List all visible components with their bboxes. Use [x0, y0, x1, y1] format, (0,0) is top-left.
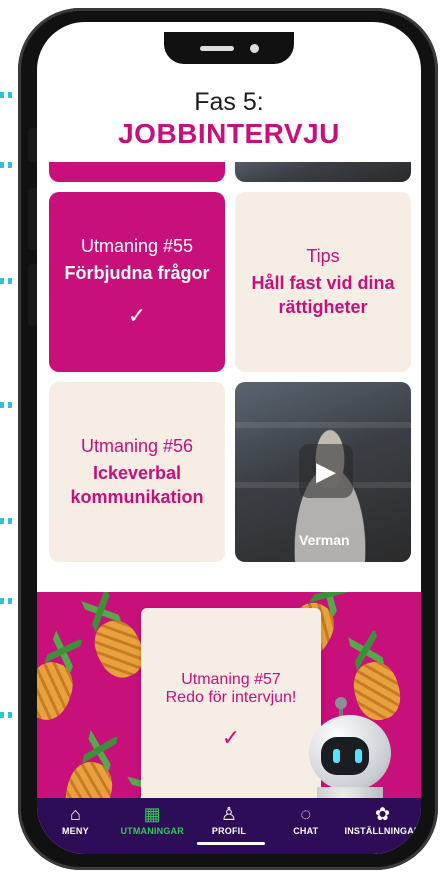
bottom-tab-bar: ⌂ MENY ▦ UTMANINGAR ♙ PROFIL ◌ CHAT ✿ IN… [37, 798, 421, 854]
gear-icon: ✿ [375, 804, 391, 824]
challenge-tile-57[interactable]: Utmaning #57 Redo för intervjun! ✓ [141, 608, 321, 814]
decorative-dash [0, 278, 16, 284]
decorative-dash [0, 92, 16, 98]
challenge-number: Utmaning #57 [181, 671, 281, 688]
profile-icon: ♙ [220, 804, 238, 824]
decorative-dash [0, 712, 16, 718]
challenge-number: Utmaning #56 [80, 435, 194, 456]
front-camera [250, 44, 259, 53]
challenge-tile-55[interactable]: Utmaning #55 Förbjudna frågor ✓ [49, 192, 225, 372]
home-icon: ⌂ [69, 804, 81, 824]
tab-label: UTMANINGAR [120, 826, 184, 836]
tab-label: CHAT [293, 826, 319, 836]
pineapple-decoration [37, 656, 80, 726]
video-tile[interactable]: ▶ Verman [235, 382, 411, 562]
grid-icon: ▦ [143, 804, 161, 824]
decorative-dash [0, 402, 16, 408]
phase-label: Fas 5: [194, 88, 264, 116]
check-icon: ✓ [127, 302, 147, 328]
tab-label: MENY [61, 826, 89, 836]
challenges-scroll-area[interactable]: Utmaning #55 Förbjudna frågor ✓ Tips Hål… [37, 162, 421, 820]
robot-eye [333, 749, 340, 763]
tab-profil[interactable]: ♙ PROFIL [191, 804, 267, 836]
tips-title: Håll fast vid dina rättigheter [251, 272, 395, 317]
video-label: Verman [299, 532, 350, 548]
decorative-dash [0, 598, 16, 604]
challenge-title: Redo för intervjun! [165, 689, 297, 706]
tab-utmaningar[interactable]: ▦ UTMANINGAR [114, 804, 190, 836]
robot-eye [355, 749, 362, 763]
check-icon: ✓ [221, 725, 241, 750]
decorative-dash [0, 518, 16, 524]
challenge-number: Utmaning #55 [80, 235, 194, 256]
decorative-dash [0, 162, 16, 168]
play-icon[interactable]: ▶ [299, 444, 353, 498]
page-title: JOBBINTERVJU [118, 118, 340, 149]
speaker-grille [200, 46, 234, 51]
chat-icon: ◌ [300, 804, 312, 824]
previous-tile[interactable] [49, 162, 225, 182]
tips-tile[interactable]: Tips Håll fast vid dina rättigheter [235, 192, 411, 372]
tab-meny[interactable]: ⌂ MENY [37, 804, 113, 836]
home-indicator[interactable] [197, 842, 265, 845]
previous-video-tile[interactable] [235, 162, 411, 182]
notch [164, 32, 294, 64]
tips-label: Tips [306, 245, 340, 266]
tab-chat[interactable]: ◌ CHAT [268, 804, 344, 836]
challenge-title: Ickeverbal kommunikation [70, 462, 204, 507]
tab-installningar[interactable]: ✿ INSTÄLLNINGAR [345, 804, 421, 836]
phone-screen: Fas 5: JOBBINTERVJU Utmaning #55 Förbjud… [37, 22, 421, 854]
tab-label: PROFIL [211, 826, 247, 836]
tab-label: INSTÄLLNINGAR [344, 826, 421, 836]
challenge-tile-56[interactable]: Utmaning #56 Ickeverbal kommunikation [49, 382, 225, 562]
challenge-title: Förbjudna frågor [64, 262, 210, 283]
